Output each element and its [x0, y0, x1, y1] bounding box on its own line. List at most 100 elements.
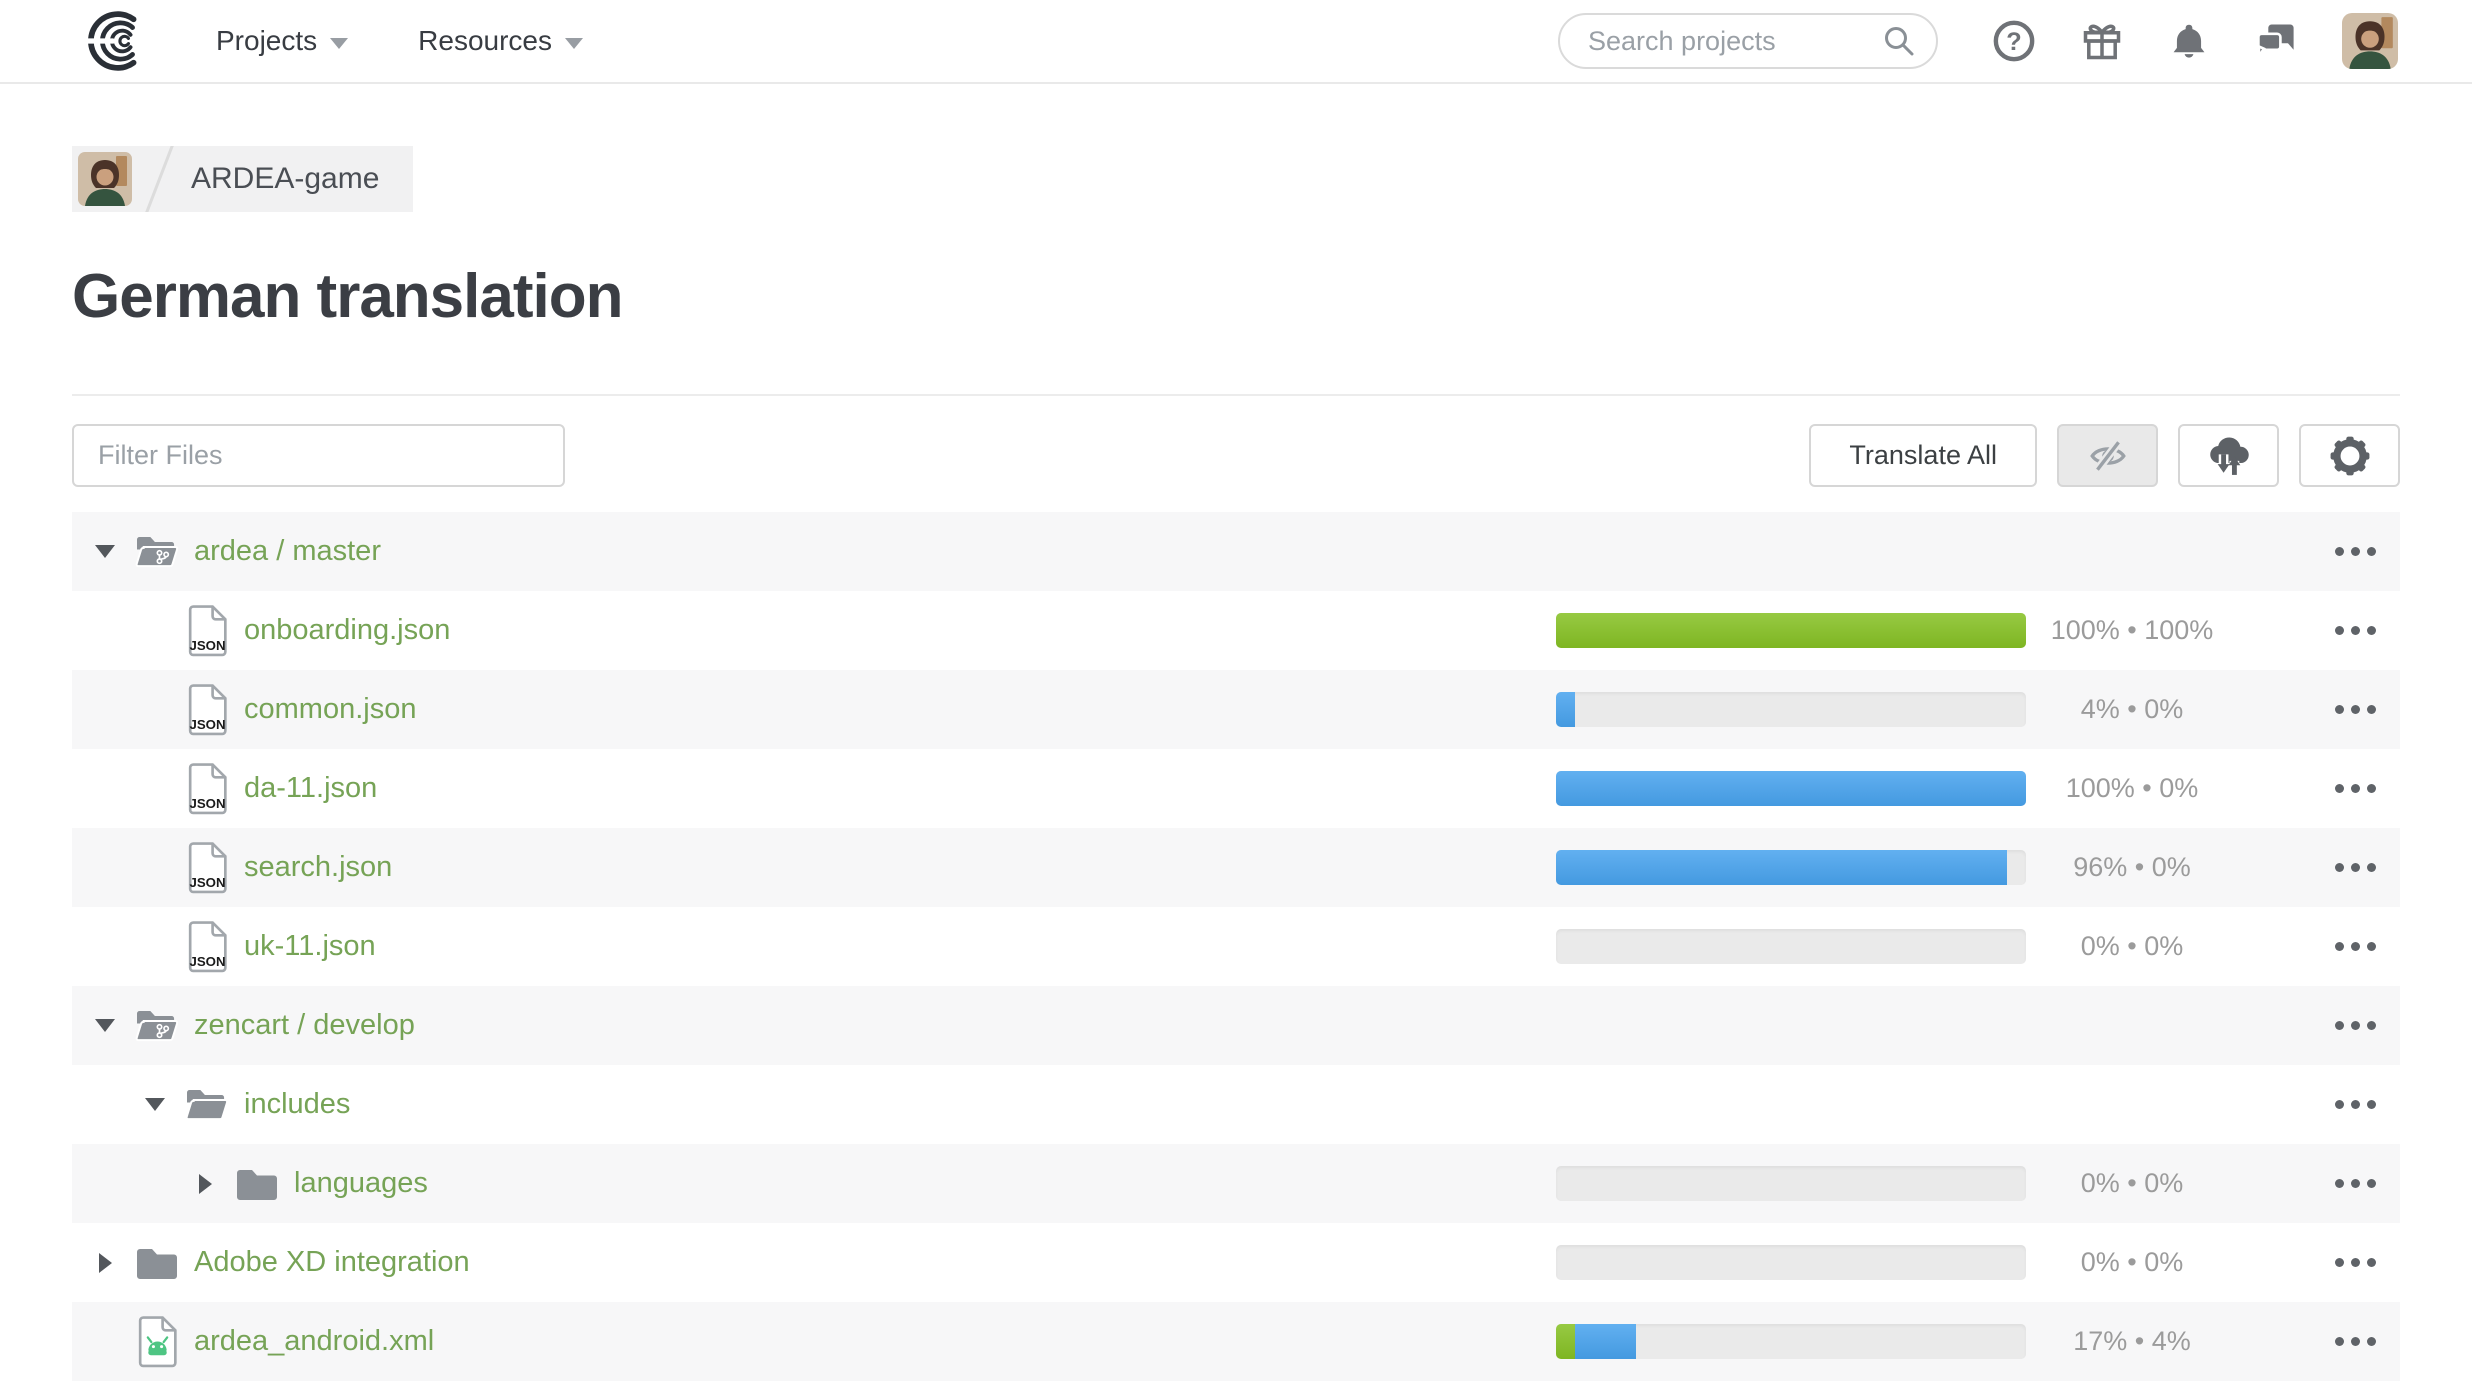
- svg-text:JSON: JSON: [189, 875, 225, 890]
- file-name-link[interactable]: da-11.json: [244, 772, 377, 805]
- android-icon: [128, 1315, 186, 1368]
- expand-triangle-icon[interactable]: [82, 1019, 128, 1032]
- file-name-link[interactable]: uk-11.json: [244, 930, 376, 963]
- chat-icon[interactable]: [2254, 19, 2298, 63]
- row-menu-button[interactable]: [2320, 1223, 2390, 1302]
- progress-stats: 96% • 0%: [2022, 828, 2242, 907]
- progress-bar: [1556, 929, 2026, 964]
- progress-translated-segment: [1556, 692, 1575, 727]
- progress-translated-segment: [1575, 1324, 1636, 1359]
- file-name-link[interactable]: zencart / develop: [194, 1009, 415, 1042]
- table-row[interactable]: ardea / master: [72, 512, 2400, 591]
- nav-menu-projects-label: Projects: [216, 25, 317, 57]
- nav-menu-resources-label: Resources: [418, 25, 552, 57]
- table-row[interactable]: languages 0% • 0%: [72, 1144, 2400, 1223]
- table-row[interactable]: Adobe XD integration 0% • 0%: [72, 1223, 2400, 1302]
- search-projects-input[interactable]: [1586, 25, 1882, 58]
- svg-text:JSON: JSON: [189, 954, 225, 969]
- file-name-link[interactable]: common.json: [244, 693, 416, 726]
- search-icon[interactable]: [1882, 24, 1916, 58]
- nav-menu-resources[interactable]: Resources: [418, 25, 583, 57]
- folder-icon: [228, 1165, 286, 1203]
- progress-bar: [1556, 1245, 2026, 1280]
- row-menu-button[interactable]: [2320, 907, 2390, 986]
- progress-approved-segment: [1556, 613, 2026, 648]
- row-menu-button[interactable]: [2320, 828, 2390, 907]
- page-title: German translation: [72, 264, 2472, 329]
- filter-files-input[interactable]: [72, 424, 565, 487]
- progress-stats: 0% • 0%: [2022, 1144, 2242, 1223]
- user-avatar[interactable]: [2342, 13, 2398, 69]
- json-icon: JSON: [178, 683, 236, 736]
- section-divider: [72, 394, 2400, 396]
- svg-text:JSON: JSON: [189, 796, 225, 811]
- json-icon: JSON: [178, 604, 236, 657]
- row-menu-button[interactable]: [2320, 670, 2390, 749]
- json-icon: JSON: [178, 762, 236, 815]
- table-row[interactable]: ardea_android.xml 17% • 4%: [72, 1302, 2400, 1381]
- row-menu-button[interactable]: [2320, 1302, 2390, 1381]
- search-projects-box: [1558, 13, 1938, 69]
- svg-text:?: ?: [2006, 28, 2021, 56]
- eye-off-icon: [2088, 437, 2128, 475]
- file-name-link[interactable]: Adobe XD integration: [194, 1246, 470, 1279]
- svg-text:JSON: JSON: [189, 717, 225, 732]
- toggle-hidden-files-button[interactable]: [2057, 424, 2158, 487]
- table-row[interactable]: JSON onboarding.json 100% • 100%: [72, 591, 2400, 670]
- row-menu-button[interactable]: [2320, 591, 2390, 670]
- row-menu-button[interactable]: [2320, 986, 2390, 1065]
- progress-bar: [1556, 771, 2026, 806]
- progress-translated-segment: [1556, 850, 2007, 885]
- project-owner-avatar: [78, 152, 132, 206]
- svg-text:JSON: JSON: [189, 638, 225, 653]
- help-icon[interactable]: ?: [1992, 19, 2036, 63]
- settings-button[interactable]: [2299, 424, 2400, 487]
- progress-bar: [1556, 1166, 2026, 1201]
- file-table: ardea / master JSON onboarding.json 100%…: [72, 512, 2400, 1381]
- progress-stats: 0% • 0%: [2022, 907, 2242, 986]
- table-row[interactable]: zencart / develop: [72, 986, 2400, 1065]
- progress-translated-segment: [1556, 771, 2026, 806]
- table-row[interactable]: JSON uk-11.json 0% • 0%: [72, 907, 2400, 986]
- file-name-link[interactable]: languages: [294, 1167, 428, 1200]
- table-row[interactable]: JSON search.json 96% • 0%: [72, 828, 2400, 907]
- gift-icon[interactable]: [2080, 19, 2124, 63]
- progress-stats: 100% • 0%: [2022, 749, 2242, 828]
- top-nav: Projects Resources ?: [0, 0, 2472, 84]
- breadcrumb[interactable]: ARDEA-game: [72, 146, 413, 212]
- nav-menu-projects[interactable]: Projects: [216, 25, 348, 57]
- expand-triangle-icon[interactable]: [82, 1253, 128, 1273]
- file-name-link[interactable]: includes: [244, 1088, 350, 1121]
- row-menu-button[interactable]: [2320, 512, 2390, 591]
- bell-icon[interactable]: [2168, 20, 2210, 62]
- table-row[interactable]: includes: [72, 1065, 2400, 1144]
- folder-git-icon: [128, 532, 186, 572]
- file-name-link[interactable]: ardea_android.xml: [194, 1325, 434, 1358]
- sync-files-button[interactable]: [2178, 424, 2279, 487]
- progress-stats: 17% • 4%: [2022, 1302, 2242, 1381]
- folder-git-icon: [128, 1006, 186, 1046]
- breadcrumb-separator: [142, 146, 178, 212]
- row-menu-button[interactable]: [2320, 749, 2390, 828]
- table-row[interactable]: JSON common.json 4% • 0%: [72, 670, 2400, 749]
- json-icon: JSON: [178, 841, 236, 894]
- progress-bar: [1556, 692, 2026, 727]
- chevron-down-icon: [565, 38, 583, 49]
- file-name-link[interactable]: ardea / master: [194, 535, 381, 568]
- app-logo-icon[interactable]: [84, 10, 146, 72]
- gear-icon: [2329, 435, 2371, 477]
- expand-triangle-icon[interactable]: [182, 1174, 228, 1194]
- file-name-link[interactable]: search.json: [244, 851, 392, 884]
- row-menu-button[interactable]: [2320, 1144, 2390, 1223]
- translate-all-button[interactable]: Translate All: [1809, 424, 2037, 487]
- progress-stats: 100% • 100%: [2022, 591, 2242, 670]
- expand-triangle-icon[interactable]: [132, 1098, 178, 1111]
- progress-bar: [1556, 850, 2026, 885]
- row-menu-button[interactable]: [2320, 1065, 2390, 1144]
- progress-stats: 4% • 0%: [2022, 670, 2242, 749]
- chevron-down-icon: [330, 38, 348, 49]
- file-name-link[interactable]: onboarding.json: [244, 614, 450, 647]
- table-row[interactable]: JSON da-11.json 100% • 0%: [72, 749, 2400, 828]
- files-toolbar: Translate All: [72, 424, 2400, 487]
- expand-triangle-icon[interactable]: [82, 545, 128, 558]
